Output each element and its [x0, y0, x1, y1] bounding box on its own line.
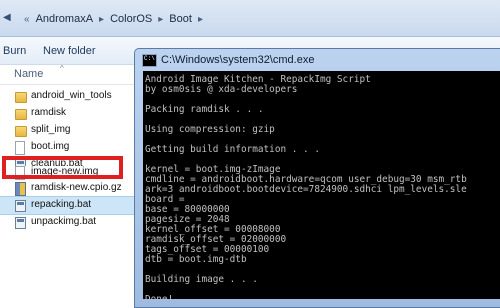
breadcrumb-item-andromaxa[interactable]: AndromaxA: [36, 13, 93, 25]
file-name: split_img: [31, 124, 71, 135]
sort-ascending-icon: ^: [60, 64, 64, 73]
list-item[interactable]: ramdisk-new.cpio.gz: [0, 180, 138, 197]
column-header-label: Name: [14, 68, 44, 80]
cmd-window[interactable]: C:\Windows\system32\cmd.exe Android Imag…: [134, 48, 500, 308]
breadcrumb-separator-icon[interactable]: ▸: [99, 14, 104, 25]
console-line: Packing ramdisk . . .: [145, 104, 264, 115]
cmd-titlebar[interactable]: C:\Windows\system32\cmd.exe: [135, 49, 500, 70]
console-line: ark=3 androidboot.bootdevice=7824900.sdh…: [145, 184, 467, 195]
list-item[interactable]: ramdisk: [0, 105, 138, 122]
breadcrumb-separator-icon: «: [24, 13, 30, 25]
file-name: ramdisk: [31, 107, 67, 118]
address-bar[interactable]: ◀ « AndromaxA ▸ ColorOS ▸ Boot ▸: [0, 0, 500, 37]
console-output[interactable]: Android Image Kitchen - RepackImg Script…: [143, 71, 500, 299]
file-name: repacking.bat: [31, 199, 92, 210]
cmd-icon: [142, 54, 157, 67]
list-item[interactable]: unpackimg.bat: [0, 214, 138, 231]
breadcrumb-item-coloros[interactable]: ColorOS: [110, 13, 152, 25]
cmd-title: C:\Windows\system32\cmd.exe: [161, 54, 315, 66]
list-item-selected[interactable]: repacking.bat: [0, 196, 138, 215]
console-line: by osm0sis @ xda-developers: [145, 84, 298, 95]
file-name: android_win_tools: [31, 90, 112, 101]
column-header-name[interactable]: ^ Name: [0, 64, 140, 85]
breadcrumb: « AndromaxA ▸ ColorOS ▸ Boot ▸: [18, 10, 209, 28]
folder-icon: [15, 92, 27, 103]
console-line: Getting build information . . .: [145, 144, 320, 155]
breadcrumb-item-boot[interactable]: Boot: [169, 13, 192, 25]
batch-file-icon: [15, 200, 26, 212]
file-icon: [15, 141, 25, 155]
file-name: boot.img: [31, 141, 70, 152]
list-item[interactable]: boot.img: [0, 139, 138, 156]
highlight-box: [2, 156, 123, 179]
breadcrumb-separator-icon[interactable]: ▸: [158, 14, 163, 25]
folder-icon: [15, 126, 27, 137]
console-line: Done!: [145, 295, 173, 300]
folder-icon: [15, 109, 27, 120]
list-item[interactable]: android_win_tools: [0, 88, 138, 105]
console-line: Using compression: gzip: [145, 124, 275, 135]
batch-file-icon: [15, 217, 26, 229]
archive-icon: [15, 182, 26, 196]
file-name: ramdisk-new.cpio.gz: [31, 182, 122, 193]
file-name: unpackimg.bat: [31, 216, 97, 227]
back-arrow-icon[interactable]: ◀: [3, 12, 13, 24]
breadcrumb-separator-icon[interactable]: ▸: [198, 14, 203, 25]
console-line: Building image . . .: [145, 274, 258, 285]
list-item[interactable]: split_img: [0, 122, 138, 139]
burn-button[interactable]: Burn: [3, 45, 26, 57]
new-folder-button[interactable]: New folder: [43, 45, 96, 57]
console-line: dtb = boot.img-dtb: [145, 254, 247, 265]
